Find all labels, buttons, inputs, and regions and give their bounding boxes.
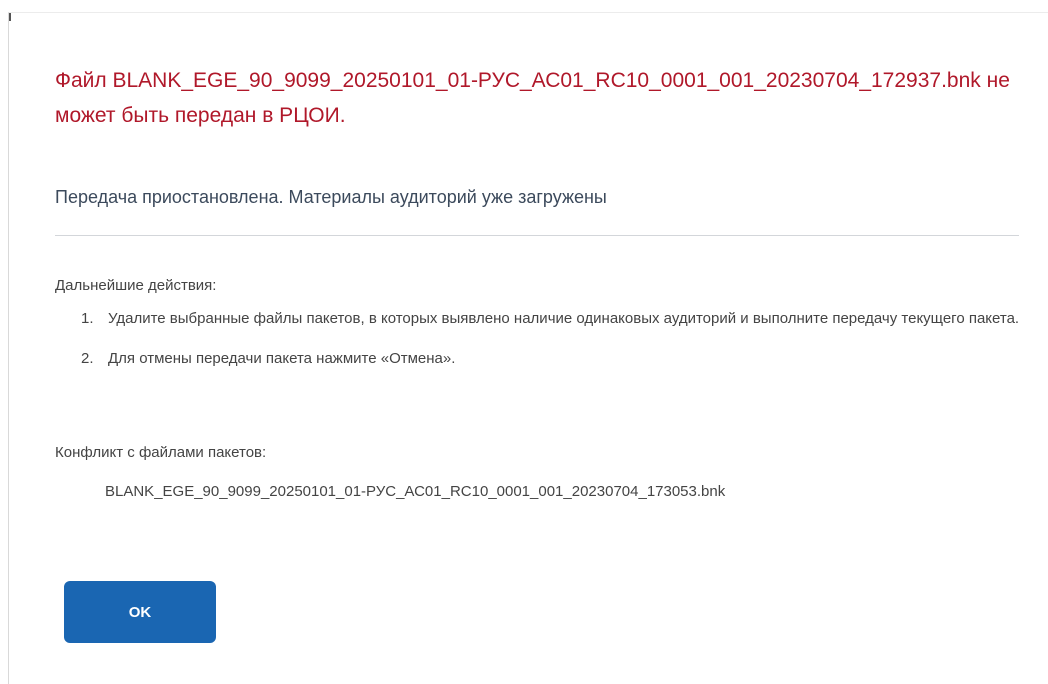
step-text: Для отмены передачи пакета нажмите «Отме… <box>108 350 456 367</box>
conflict-file-name: BLANK_EGE_90_9099_20250101_01-РУС_АС01_R… <box>105 483 726 500</box>
step-item: 1. Удалите выбранные файлы пакетов, в ко… <box>55 307 1035 331</box>
error-title: Файл BLANK_EGE_90_9099_20250101_01-РУС_А… <box>55 69 1010 127</box>
steps-list: 1. Удалите выбранные файлы пакетов, в ко… <box>55 307 1035 387</box>
step-number: 2. <box>81 350 94 367</box>
next-steps-label: Дальнейшие действия: <box>55 277 217 294</box>
step-number: 1. <box>81 310 94 327</box>
ok-button[interactable]: OK <box>64 581 216 643</box>
step-text: Удалите выбранные файлы пакетов, в котор… <box>108 310 1020 327</box>
error-dialog: Файл BLANK_EGE_90_9099_20250101_01-РУС_А… <box>8 12 1048 684</box>
dialog-corner-mark <box>9 13 11 21</box>
step-item: 2. Для отмены передачи пакета нажмите «О… <box>55 347 1035 371</box>
status-subtitle: Передача приостановлена. Материалы аудит… <box>55 187 607 207</box>
conflict-label: Конфликт с файлами пакетов: <box>55 444 267 461</box>
divider <box>55 235 1019 236</box>
